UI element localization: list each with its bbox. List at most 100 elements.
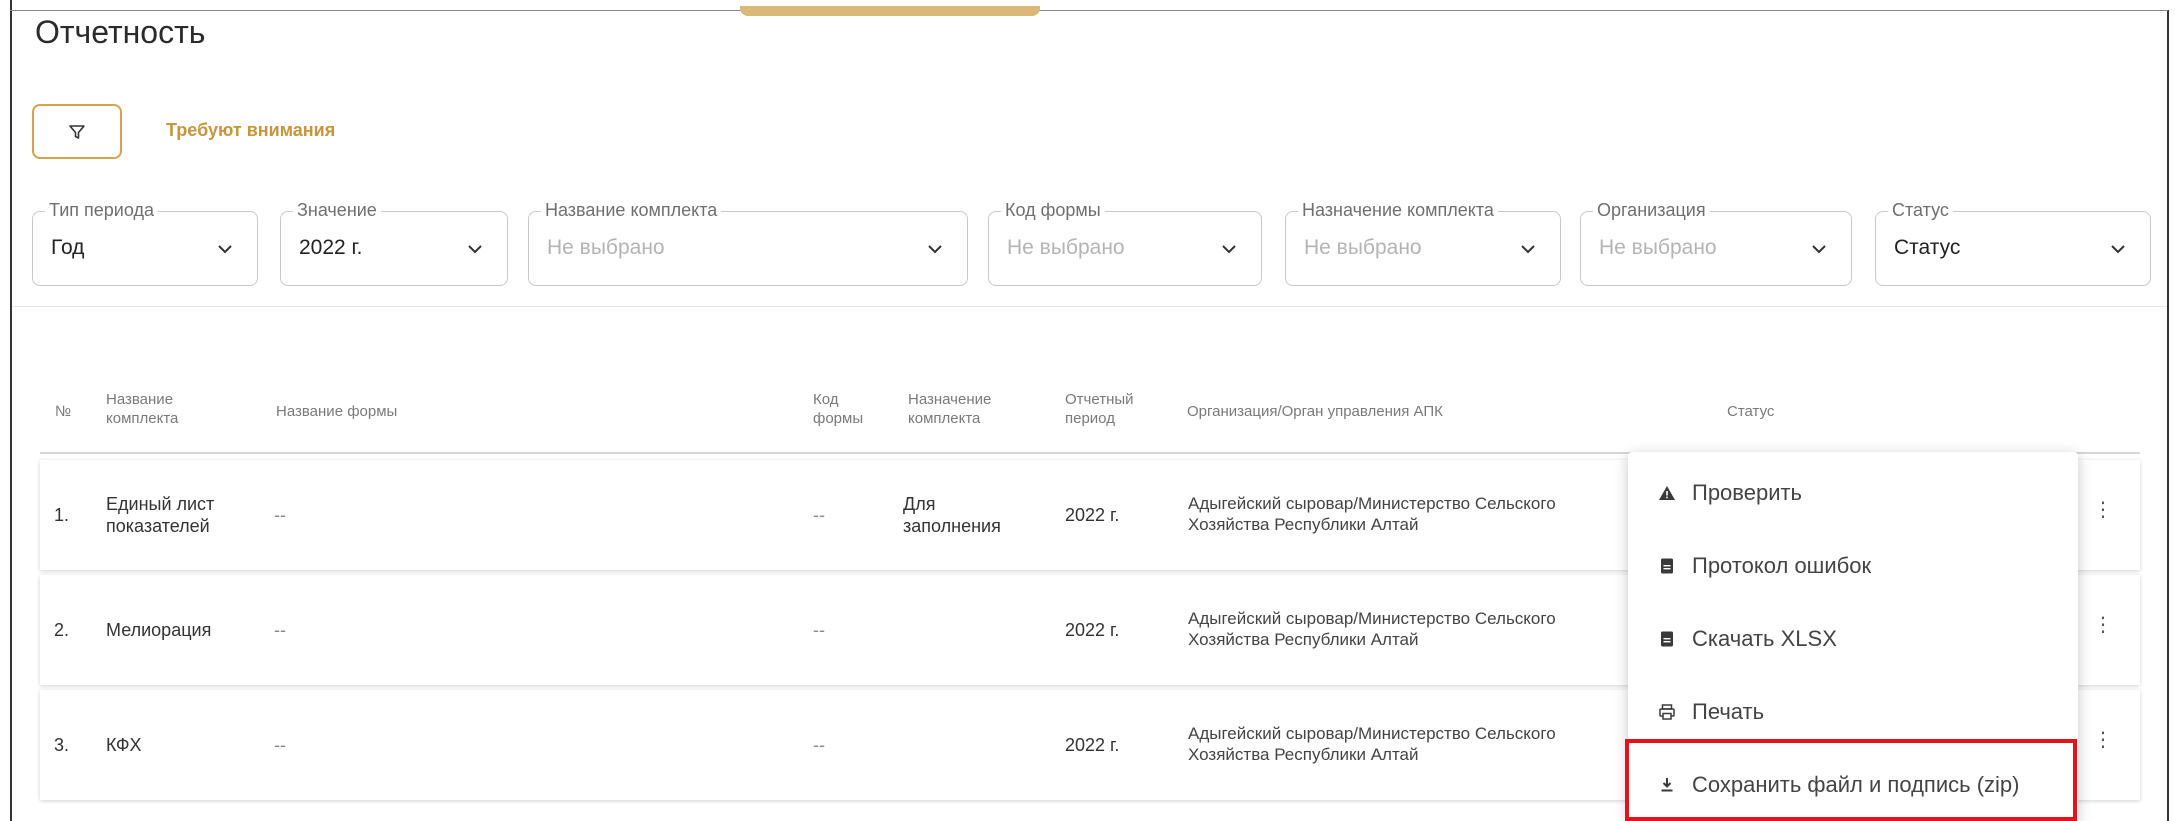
row-number: 3. [54,735,70,755]
document-icon [1661,558,1673,574]
column-header-form-name[interactable]: Название формы [276,402,397,421]
chevron-down-icon [1222,245,1236,254]
row-organization-line2: Хозяйства Республики Алтай [1188,515,1419,534]
organization-label: Организация [1593,200,1710,221]
set-purpose-value: Не выбрано [1304,236,1422,259]
row-purpose: Для заполнения [903,493,1001,537]
row-organization-line2: Хозяйства Республики Алтай [1188,745,1419,764]
chevron-down-icon [1521,245,1535,254]
set-name-label: Название комплекта [541,200,722,221]
organization-value: Не выбрано [1599,236,1717,259]
column-header-set-name-line1: Название [106,391,174,408]
column-header-form-code-line2: формы [813,410,864,427]
chevron-down-icon [928,245,942,254]
row-period: 2022 г. [1065,620,1120,640]
column-header-set-name-line2: комплекта [106,410,179,427]
menu-item-error-log[interactable]: Протокол ошибок [1628,536,2078,596]
row-purpose-line1: Для [903,494,936,514]
column-header-number: № [55,403,72,420]
row-purpose-line2: заполнения [903,516,1001,536]
set-purpose-select[interactable]: Назначение комплекта Не выбрано [1285,200,1561,286]
menu-item-check-label: Проверить [1692,480,1803,505]
row-number: 2. [54,620,70,640]
menu-item-download-xlsx[interactable]: Скачать XLSX [1628,609,2078,669]
menu-item-error-log-label: Протокол ошибок [1692,553,1872,578]
period-value-value: 2022 г. [299,236,363,259]
column-header-purpose-line1: Назначение [908,391,992,408]
row-organization-line1: Адыгейский сыровар/Министерство Сельског… [1188,494,1556,513]
row-set-name: Мелиорация [106,619,211,641]
column-header-period-line1: Отчетный [1065,391,1134,408]
row-organization-line1: Адыгейский сыровар/Министерство Сельског… [1188,724,1556,743]
period-type-select[interactable]: Тип периода Год [32,200,258,286]
more-vertical-icon[interactable]: ⋮ [2093,727,2113,752]
form-code-select[interactable]: Код формы Не выбрано [988,200,1262,286]
window-edge-top [10,10,2168,11]
row-form-code: -- [813,735,825,755]
set-purpose-label: Назначение комплекта [1298,200,1498,221]
row-set-name-line2: показателей [106,516,210,536]
column-header-organization[interactable]: Организация/Орган управления АПК [1187,402,1443,421]
window-edge-right [2167,10,2169,821]
menu-item-print[interactable]: Печать [1628,682,2078,742]
column-header-form-code[interactable]: Код формы [813,390,863,428]
chevron-down-icon [468,245,482,254]
row-number: 1. [54,505,70,525]
menu-item-print-label: Печать [1692,699,1765,724]
column-header-purpose-line2: комплекта [908,410,981,427]
set-name-select[interactable]: Название комплекта Не выбрано [528,200,968,286]
chevron-down-icon [218,245,232,254]
row-organization: Адыгейский сыровар/Министерство Сельског… [1188,493,1556,535]
document-icon [1661,631,1673,647]
status-value: Статус [1894,236,1961,259]
row-form-name: -- [274,735,286,755]
row-form-code: -- [813,620,825,640]
row-organization: Адыгейский сыровар/Министерство Сельског… [1188,608,1556,650]
column-header-status[interactable]: Статус [1727,402,1774,421]
menu-item-download-xlsx-label: Скачать XLSX [1692,626,1837,651]
row-set-name-line1: Единый лист [106,494,215,514]
row-set-name: КФХ [106,734,142,756]
row-set-name-line1: Мелиорация [106,620,212,640]
set-name-value: Не выбрано [547,236,665,259]
warning-icon [1659,486,1675,500]
form-code-label: Код формы [1001,200,1105,221]
row-set-name-line1: КФХ [106,735,142,755]
menu-item-check[interactable]: Проверить [1628,463,2078,523]
row-form-code: -- [813,505,825,525]
period-type-value: Год [51,236,85,259]
organization-select[interactable]: Организация Не выбрано [1580,200,1852,286]
window-edge-left [10,0,12,821]
chevron-down-icon [1812,245,1826,254]
period-value-select[interactable]: Значение 2022 г. [280,200,508,286]
column-header-form-code-line1: Код [813,391,839,408]
more-vertical-icon[interactable]: ⋮ [2093,612,2113,637]
chevron-down-icon [2111,245,2125,254]
column-header-purpose[interactable]: Назначение комплекта [908,390,991,428]
attention-filter-link[interactable]: Требуют внимания [166,120,335,141]
row-organization-line2: Хозяйства Республики Алтай [1188,630,1419,649]
form-code-value: Не выбрано [1007,236,1125,259]
status-select[interactable]: Статус Статус [1875,200,2151,286]
row-period: 2022 г. [1065,505,1120,525]
more-vertical-icon[interactable]: ⋮ [2093,497,2113,522]
period-value-label: Значение [293,200,381,221]
printer-icon [1659,704,1675,720]
column-header-period-line2: период [1065,410,1115,427]
top-tab-indicator [740,6,1040,16]
column-header-period[interactable]: Отчетный период [1065,390,1134,428]
highlight-box [1625,739,2077,821]
filter-icon [69,124,85,139]
column-header-set-name[interactable]: Название комплекта [106,390,178,428]
status-label: Статус [1888,200,1953,221]
app-window: Отчетность Требуют внимания Тип периода … [0,0,2175,821]
row-period: 2022 г. [1065,735,1120,755]
row-set-name: Единый лист показателей [106,493,214,537]
row-organization-line1: Адыгейский сыровар/Министерство Сельског… [1188,609,1556,628]
page-title: Отчетность [35,14,206,50]
filters-divider [12,306,2167,307]
row-organization: Адыгейский сыровар/Министерство Сельског… [1188,723,1556,765]
row-form-name: -- [274,505,286,525]
filter-button[interactable] [32,104,122,159]
row-form-name: -- [274,620,286,640]
